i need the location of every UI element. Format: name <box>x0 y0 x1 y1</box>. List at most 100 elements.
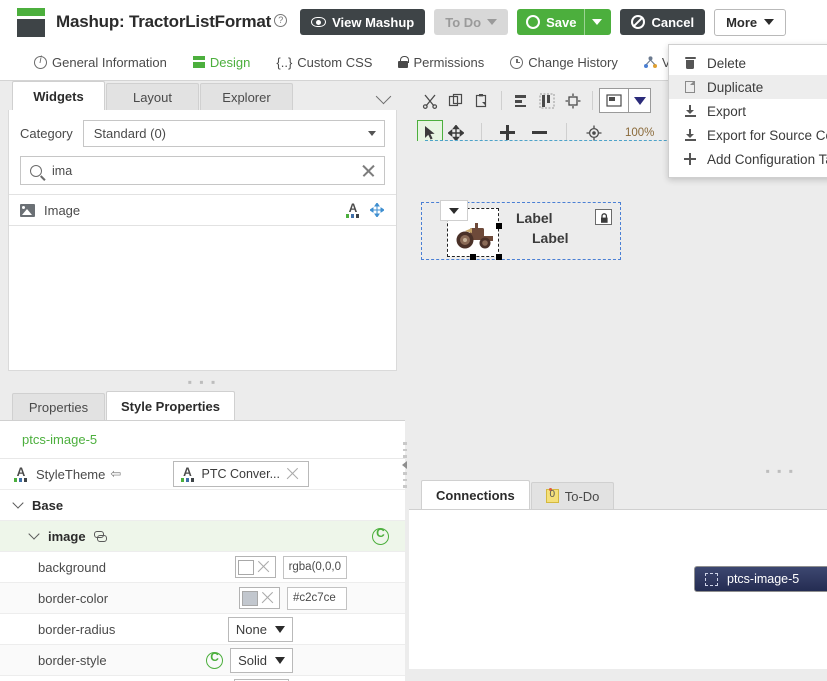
collapse-left-icon[interactable] <box>402 461 407 469</box>
nav-label: Permissions <box>413 55 484 70</box>
chevron-down-icon[interactable] <box>592 19 602 25</box>
theme-icon[interactable]: A <box>346 203 360 218</box>
style-row-border-color: border-color #c2c7ce <box>0 583 405 614</box>
tab-properties[interactable]: Properties <box>12 393 105 420</box>
chip-label: ptcs-image-5 <box>727 572 799 586</box>
nav-label: General Information <box>52 55 167 70</box>
nav-design[interactable]: Design <box>193 55 250 70</box>
color-swatch-button[interactable] <box>239 587 280 609</box>
image-widget[interactable] <box>447 208 499 257</box>
nav-change-history[interactable]: Change History <box>510 55 618 70</box>
image-icon <box>20 204 35 217</box>
app-root: Mashup: TractorListFormat? View Mashup T… <box>0 0 827 681</box>
style-theme-value-text: PTC Conver... <box>202 467 281 481</box>
color-value-input[interactable]: rgba(0,0,0 <box>283 556 347 579</box>
style-row-border-style: border-style Solid <box>0 645 405 676</box>
border-radius-select[interactable]: None <box>228 617 293 642</box>
selected-widget-container[interactable]: Label Label <box>421 202 621 260</box>
design-canvas[interactable]: Label Label <box>417 141 819 441</box>
lock-icon <box>398 56 408 68</box>
menu-item-add-configuration-table[interactable]: Add Configuration Table <box>669 147 827 171</box>
select-value: Solid <box>238 653 267 668</box>
save-button[interactable]: Save <box>517 9 611 35</box>
revert-arrow-icon[interactable]: ⇦ <box>110 466 121 482</box>
menu-item-label: Export <box>707 104 746 119</box>
collapse-panel-button[interactable] <box>378 90 389 110</box>
menu-item-delete[interactable]: Delete <box>669 51 827 75</box>
tab-explorer[interactable]: Explorer <box>200 83 293 110</box>
border-style-select[interactable]: Solid <box>230 648 293 673</box>
layout-dropdown-icon[interactable] <box>629 88 651 113</box>
widgets-tabstrip: Widgets Layout Explorer <box>0 81 405 110</box>
tab-label: Widgets <box>33 89 83 104</box>
menu-item-label: Delete <box>707 56 746 71</box>
chevron-down-icon <box>28 528 39 539</box>
style-theme-value[interactable]: A PTC Conver... <box>173 461 310 487</box>
layout-icon[interactable] <box>599 88 629 113</box>
widget-dropdown-button[interactable] <box>440 200 468 221</box>
search-input[interactable]: ima <box>52 164 362 178</box>
cancel-label: Cancel <box>651 15 694 30</box>
link-broken-icon[interactable] <box>94 531 107 542</box>
list-item[interactable]: Image A <box>9 195 396 226</box>
nav-custom-css[interactable]: {..} Custom CSS <box>276 55 372 70</box>
cancel-button[interactable]: Cancel <box>620 9 705 35</box>
cut-icon[interactable] <box>417 88 443 113</box>
duplicate-icon <box>681 81 699 93</box>
resize-handle[interactable] <box>470 254 476 260</box>
section-image[interactable]: image <box>0 521 405 552</box>
color-swatch-button[interactable] <box>235 556 276 578</box>
more-dropdown-menu: Delete Duplicate Export Export for Sourc… <box>668 44 827 178</box>
reset-property-icon[interactable] <box>206 652 223 669</box>
tractor-image <box>451 223 497 253</box>
help-circle-icon[interactable]: ? <box>274 14 287 27</box>
tab-layout[interactable]: Layout <box>106 83 199 110</box>
section-base[interactable]: Base <box>0 490 405 521</box>
style-theme-row: A StyleTheme ⇦ A PTC C <box>0 459 405 490</box>
view-mashup-button[interactable]: View Mashup <box>300 9 425 35</box>
reset-section-icon[interactable] <box>372 528 389 545</box>
align-vertical-icon[interactable] <box>534 88 560 113</box>
relationships-icon <box>644 56 657 69</box>
todo-label: To Do <box>445 15 481 30</box>
menu-item-duplicate[interactable]: Duplicate <box>669 75 827 99</box>
select-value: None <box>236 622 267 637</box>
bottom-panel-grip[interactable]: ▪ ▪ ▪ <box>409 466 827 480</box>
chevron-down-icon <box>764 19 774 25</box>
lock-widget-icon[interactable] <box>595 209 612 225</box>
chevron-down-icon <box>376 89 392 105</box>
section-label: Base <box>32 498 63 513</box>
color-value-input[interactable]: #c2c7ce <box>287 587 347 610</box>
vertical-splitter[interactable] <box>400 440 409 490</box>
connection-chip-ptcs-image-5[interactable]: ptcs-image-5 <box>694 566 827 592</box>
clear-theme-icon[interactable] <box>286 468 299 481</box>
widget-search-box[interactable]: ima <box>20 156 385 185</box>
category-select[interactable]: Standard (0) <box>83 120 385 147</box>
panel-resize-grip[interactable]: ▪ ▪ ▪ <box>0 375 405 389</box>
chevron-down-icon <box>275 626 285 633</box>
nav-general-information[interactable]: General Information <box>34 55 167 70</box>
resize-handle[interactable] <box>496 223 502 229</box>
menu-item-export-source-control[interactable]: Export for Source Contro <box>669 123 827 147</box>
clear-color-icon[interactable] <box>257 561 270 574</box>
nav-permissions[interactable]: Permissions <box>398 55 484 70</box>
align-center-icon[interactable] <box>560 88 586 113</box>
more-button[interactable]: More <box>714 9 786 36</box>
clear-color-icon[interactable] <box>261 592 274 605</box>
plus-icon <box>681 153 699 165</box>
menu-item-export[interactable]: Export <box>669 99 827 123</box>
tab-todo[interactable]: To-Do <box>531 482 615 509</box>
search-icon <box>30 165 42 177</box>
align-horizontal-icon[interactable] <box>508 88 534 113</box>
tab-widgets[interactable]: Widgets <box>12 81 105 110</box>
bottom-panel: ▪ ▪ ▪ Connections To-Do ptcs-image-5 <box>409 466 827 681</box>
chevron-down-icon <box>487 19 497 25</box>
todo-button[interactable]: To Do <box>434 9 508 35</box>
paste-icon[interactable] <box>469 88 495 113</box>
copy-icon[interactable] <box>443 88 469 113</box>
resize-handle[interactable] <box>496 254 502 260</box>
tab-style-properties[interactable]: Style Properties <box>106 391 235 420</box>
move-icon[interactable] <box>370 203 384 217</box>
tab-connections[interactable]: Connections <box>421 480 530 509</box>
clear-search-icon[interactable] <box>362 164 375 177</box>
